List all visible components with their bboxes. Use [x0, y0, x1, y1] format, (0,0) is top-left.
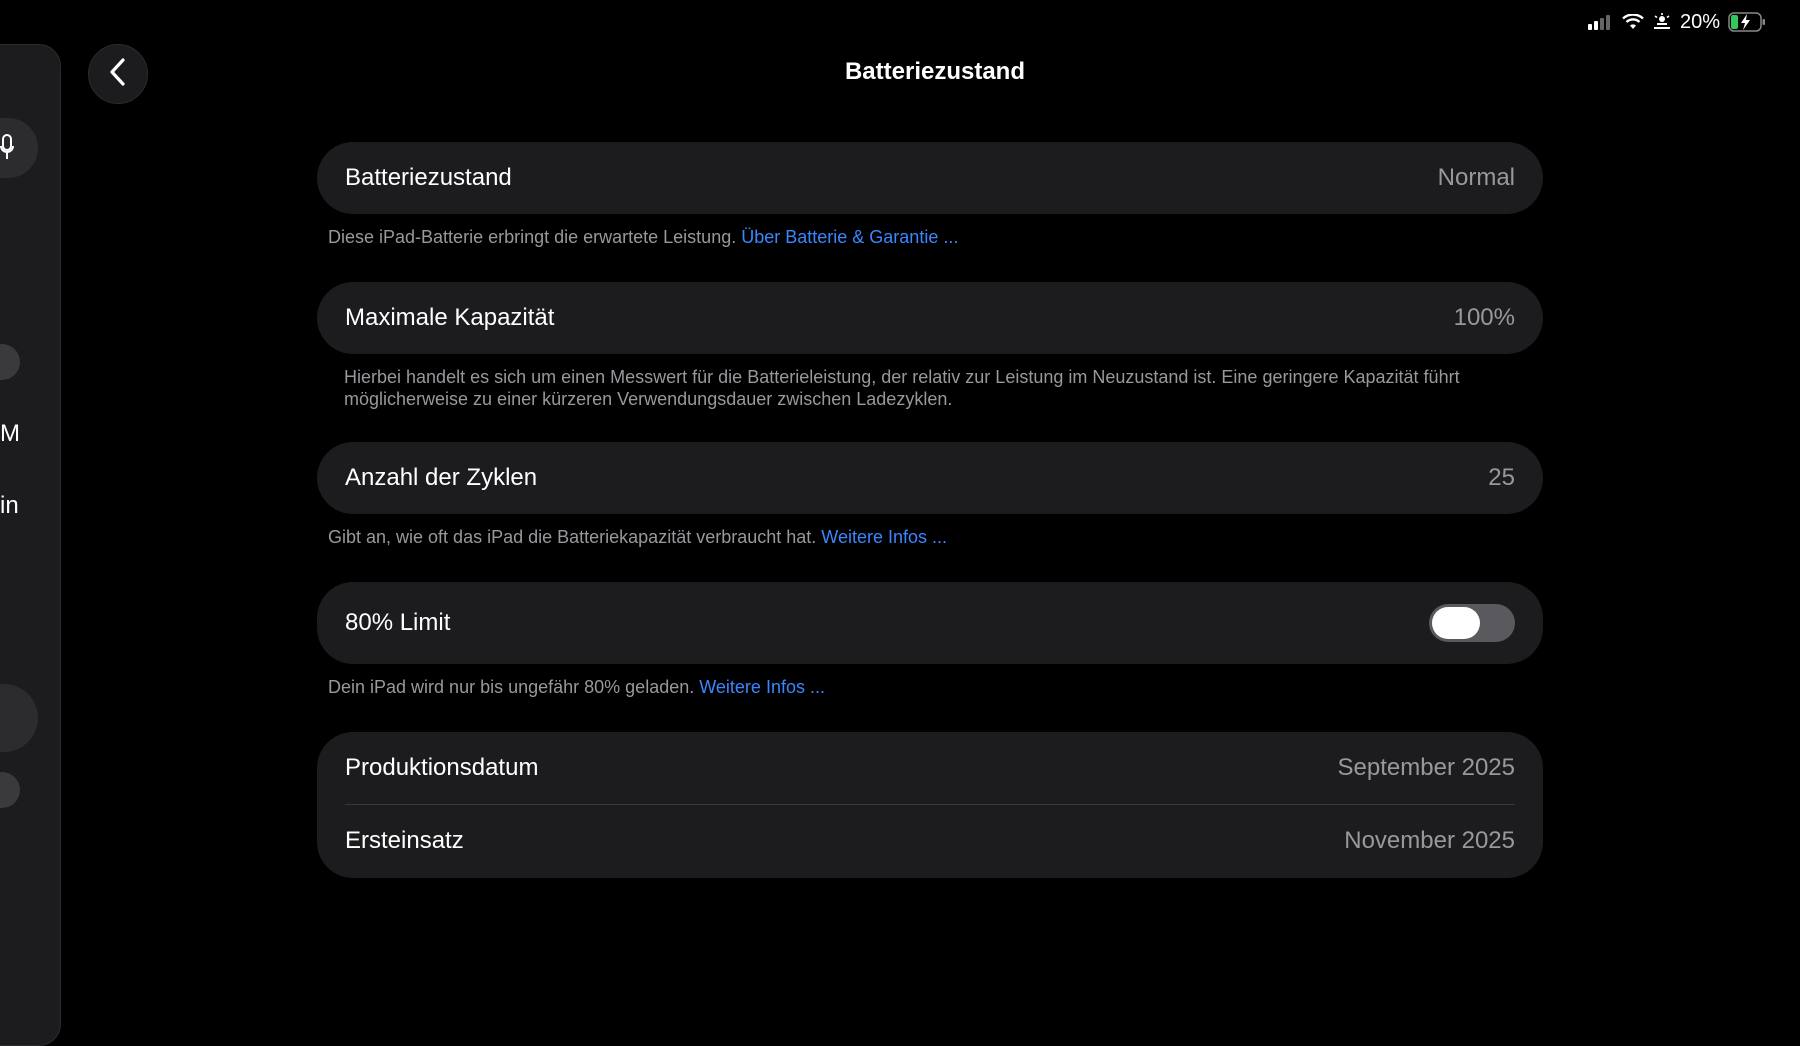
max-capacity-cell: Maximale Kapazität 100% — [317, 282, 1543, 354]
sidebar-panel — [0, 44, 61, 1046]
battery-percent: 20% — [1679, 10, 1720, 33]
limit-80-footer: Dein iPad wird nur bis ungefähr 80% gela… — [328, 676, 825, 698]
cycle-count-value: 25 — [1488, 464, 1515, 491]
cycle-count-cell: Anzahl der Zyklen 25 — [317, 442, 1543, 514]
cycle-count-label: Anzahl der Zyklen — [345, 464, 538, 491]
battery-charging-icon — [1728, 12, 1766, 32]
wifi-icon — [1622, 14, 1644, 30]
battery-health-label: Batteriezustand — [345, 164, 512, 191]
status-bar: 20% — [1587, 10, 1766, 34]
sidebar-item-fragment[interactable]: in — [0, 492, 19, 520]
limit-80-label: 80% Limit — [345, 609, 451, 636]
hotspot-icon — [1652, 13, 1672, 31]
battery-health-cell: Batteriezustand Normal — [317, 142, 1543, 214]
max-capacity-label: Maximale Kapazität — [345, 304, 555, 331]
battery-health-footer-text: Diese iPad-Batterie erbringt die erwarte… — [328, 227, 737, 247]
battery-health-value: Normal — [1437, 164, 1515, 191]
max-capacity-value: 100% — [1453, 304, 1515, 331]
production-date-value: September 2025 — [1337, 754, 1515, 781]
first-use-label: Ersteinsatz — [345, 827, 464, 854]
limit-80-toggle[interactable] — [1429, 604, 1515, 642]
limit-80-footer-text: Dein iPad wird nur bis ungefähr 80% gela… — [328, 677, 695, 697]
signal-icon — [1587, 14, 1614, 30]
dates-cell: Produktionsdatum September 2025 Ersteins… — [317, 732, 1543, 878]
limit-80-info-link[interactable]: Weitere Infos ... — [699, 677, 825, 697]
cycle-count-footer-text: Gibt an, wie oft das iPad die Batterieka… — [328, 527, 817, 547]
cycle-count-info-link[interactable]: Weitere Infos ... — [821, 527, 947, 547]
cycle-count-footer: Gibt an, wie oft das iPad die Batterieka… — [328, 526, 947, 548]
page-title: Batteriezustand — [844, 58, 1026, 85]
limit-80-cell: 80% Limit — [317, 582, 1543, 664]
sidebar-item-fragment[interactable]: M — [0, 420, 20, 448]
production-date-label: Produktionsdatum — [345, 754, 539, 781]
microphone-icon — [0, 134, 14, 167]
max-capacity-footer: Hierbei handelt es sich um einen Messwer… — [344, 367, 1460, 409]
first-use-value: November 2025 — [1344, 827, 1515, 854]
battery-health-footer: Diese iPad-Batterie erbringt die erwarte… — [328, 226, 958, 248]
battery-warranty-link[interactable]: Über Batterie & Garantie ... — [741, 227, 958, 247]
toggle-knob — [1432, 607, 1480, 639]
